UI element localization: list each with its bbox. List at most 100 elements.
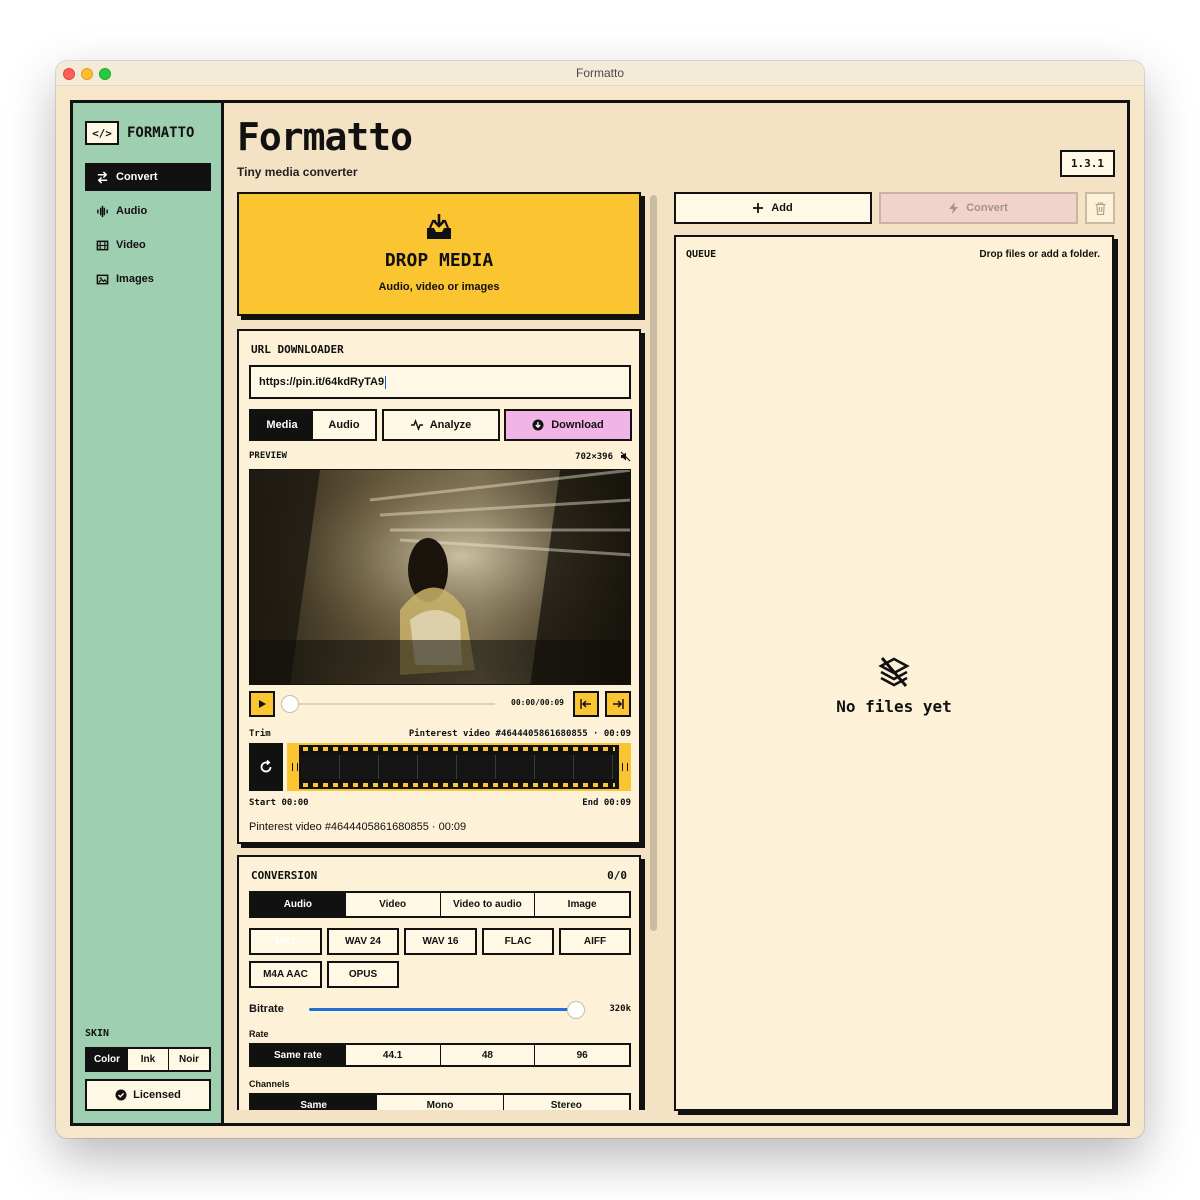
rate-44-1[interactable]: 44.1 xyxy=(346,1045,441,1065)
verified-badge-icon xyxy=(115,1089,127,1101)
left-column-scrollbar[interactable] xyxy=(650,195,657,931)
sidebar-item-label: Video xyxy=(116,239,146,251)
preview-label: PREVIEW xyxy=(249,451,287,461)
preview-size: 702×396 xyxy=(575,451,613,462)
rate-48[interactable]: 48 xyxy=(441,1045,536,1065)
download-button[interactable]: Download xyxy=(504,409,632,441)
trash-icon xyxy=(1095,201,1105,215)
format-aiff[interactable]: AIFF xyxy=(559,928,631,955)
download-label: Download xyxy=(551,419,604,431)
url-input-value: https://pin.it/64kdRyTA9 xyxy=(259,376,385,388)
playback-scrubber[interactable] xyxy=(281,695,299,713)
mode-media[interactable]: Media xyxy=(251,411,313,439)
sidebar-item-convert[interactable]: Convert xyxy=(85,163,211,191)
video-frame-image xyxy=(250,470,630,684)
trim-label: Trim xyxy=(249,729,271,739)
arrow-to-end-icon xyxy=(613,699,624,709)
licensed-label: Licensed xyxy=(133,1089,181,1101)
film-perforation-top xyxy=(303,747,615,751)
conversion-count: 0/0 xyxy=(607,869,627,882)
sidebar-item-images[interactable]: Images xyxy=(85,265,211,293)
tab-video-to-audio[interactable]: Video to audio xyxy=(441,893,536,916)
sidebar-item-label: Images xyxy=(116,273,154,285)
format-flac[interactable]: FLAC xyxy=(482,928,554,955)
jump-start-button[interactable] xyxy=(573,691,599,717)
channels-mono[interactable]: Mono xyxy=(377,1095,504,1110)
analyze-button[interactable]: Analyze xyxy=(382,409,500,441)
rate-96[interactable]: 96 xyxy=(535,1045,629,1065)
rate-selector: Same rate 44.1 48 96 xyxy=(249,1043,631,1067)
page-subtitle: Tiny media converter xyxy=(237,165,358,179)
tab-image[interactable]: Image xyxy=(535,893,629,916)
rate-same[interactable]: Same rate xyxy=(251,1045,346,1065)
skin-option-ink[interactable]: Ink xyxy=(128,1049,169,1070)
skin-selector: Color Ink Noir xyxy=(85,1047,211,1072)
image-icon xyxy=(95,272,109,286)
reset-trim-button[interactable] xyxy=(249,743,283,791)
format-m4a-aac[interactable]: M4A AAC xyxy=(249,961,322,988)
drop-subtitle: Audio, video or images xyxy=(378,281,500,293)
plus-icon xyxy=(753,203,764,213)
format-wav24[interactable]: WAV 24 xyxy=(327,928,399,955)
drop-zone[interactable]: DROP MEDIA Audio, video or images xyxy=(237,192,641,316)
filmstrip[interactable] xyxy=(287,743,631,791)
sidebar-item-label: Audio xyxy=(116,205,148,217)
code-icon: </> xyxy=(85,121,119,145)
sidebar-item-audio[interactable]: Audio xyxy=(85,197,211,225)
inbox-download-icon xyxy=(239,212,639,242)
conversion-heading: CONVERSION xyxy=(251,869,318,882)
tab-audio[interactable]: Audio xyxy=(251,893,346,916)
mode-audio[interactable]: Audio xyxy=(313,411,375,439)
conversion-panel: CONVERSION 0/0 Audio Video Video to audi… xyxy=(237,855,641,1110)
app-frame: </> FORMATTO Convert Audio Video Images … xyxy=(70,100,1130,1126)
format-opus[interactable]: OPUS xyxy=(327,961,399,988)
clear-queue-button[interactable] xyxy=(1085,192,1115,224)
playback-track[interactable] xyxy=(285,703,495,705)
trim-start-handle[interactable] xyxy=(289,745,299,789)
jump-end-button[interactable] xyxy=(605,691,631,717)
film-frames xyxy=(301,755,617,779)
waveform-icon xyxy=(95,204,109,218)
bitrate-slider-thumb[interactable] xyxy=(567,1001,585,1019)
arrow-to-start-icon xyxy=(580,699,591,709)
skin-option-noir[interactable]: Noir xyxy=(169,1049,209,1070)
preview-header: PREVIEW 702×396 xyxy=(249,451,631,462)
convert-button[interactable]: Convert xyxy=(879,192,1078,224)
page-title: Formatto xyxy=(237,115,413,159)
channels-stereo[interactable]: Stereo xyxy=(504,1095,629,1111)
bitrate-slider-track[interactable] xyxy=(309,1008,577,1011)
format-mp3[interactable]: MP3 xyxy=(249,928,322,955)
text-caret xyxy=(385,375,387,389)
layers-slash-icon xyxy=(676,655,1112,689)
bitrate-label: Bitrate xyxy=(249,1003,284,1015)
time-display: 00:00/00:09 xyxy=(511,698,564,707)
drop-title: DROP MEDIA xyxy=(384,250,494,271)
trim-editor xyxy=(249,743,631,791)
licensed-button[interactable]: Licensed xyxy=(85,1079,211,1111)
play-button[interactable] xyxy=(249,691,275,717)
trim-range: Start 00:00 End 00:09 xyxy=(249,798,631,808)
muted-speaker-icon[interactable] xyxy=(620,451,631,462)
play-icon xyxy=(259,700,266,708)
version-badge: 1.3.1 xyxy=(1060,150,1115,177)
trim-end-handle[interactable] xyxy=(619,745,629,789)
channels-label: Channels xyxy=(249,1079,290,1089)
tab-video[interactable]: Video xyxy=(346,893,441,916)
sidebar: </> FORMATTO Convert Audio Video Images … xyxy=(73,103,224,1123)
sidebar-item-video[interactable]: Video xyxy=(85,231,211,259)
trim-title: Pinterest video #4644405861680855 · 00:0… xyxy=(408,729,631,739)
video-preview[interactable] xyxy=(249,469,631,685)
add-button[interactable]: Add xyxy=(674,192,872,224)
queue-empty-text: No files yet xyxy=(836,697,952,716)
skin-option-color[interactable]: Color xyxy=(87,1049,128,1070)
queue-empty-state: No files yet xyxy=(676,655,1112,716)
lightning-icon xyxy=(949,202,959,214)
url-input[interactable]: https://pin.it/64kdRyTA9 xyxy=(249,365,631,399)
queue-panel[interactable]: QUEUE Drop files or add a folder. No fil… xyxy=(674,235,1114,1111)
app-window: Formatto </> FORMATTO Convert Audio Vide… xyxy=(56,61,1144,1138)
trim-end-label: End 00:09 xyxy=(582,798,631,808)
download-mode-toggle: Media Audio xyxy=(249,409,377,441)
channels-same[interactable]: Same xyxy=(251,1095,378,1110)
video-controls: 00:00/00:09 xyxy=(249,691,631,717)
format-wav16[interactable]: WAV 16 xyxy=(404,928,477,955)
